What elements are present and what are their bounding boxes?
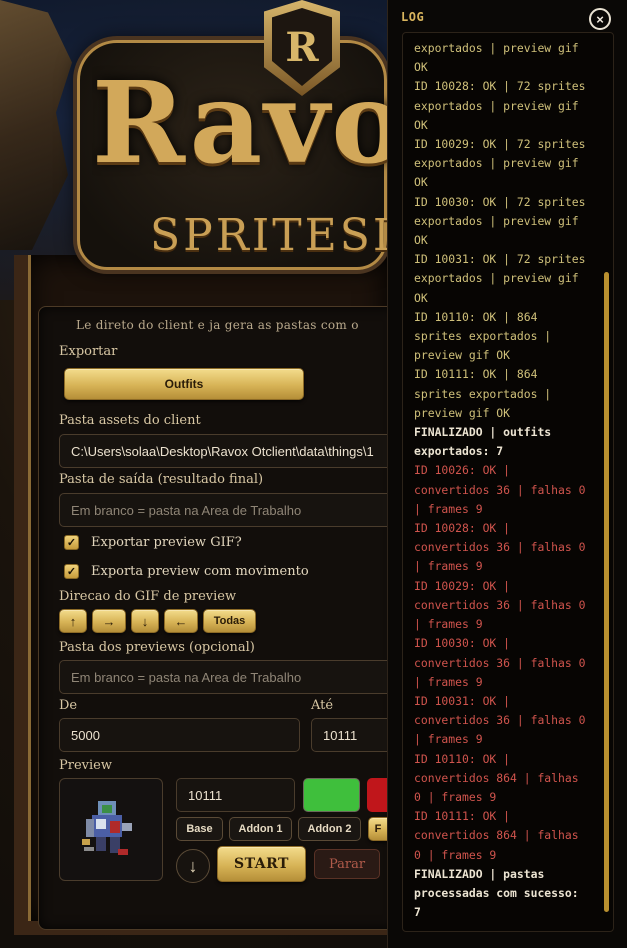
color-swatch-green[interactable] [303, 778, 360, 812]
motion-preview-checkbox-row[interactable]: ✓ Exporta preview com movimento [64, 564, 309, 579]
log-line: | frames 9 [414, 559, 483, 574]
log-line: ID 10031: OK | 72 sprites [414, 252, 586, 267]
log-line: sprites exportados | [414, 386, 552, 401]
download-down-button[interactable]: ↓ [176, 849, 210, 883]
log-line: ID 10110: OK | [414, 751, 511, 766]
logo-subtitle: SPRITESI [150, 210, 390, 260]
log-line: convertidos 864 | falhas [414, 770, 579, 785]
close-icon[interactable]: × [589, 8, 611, 30]
export-type-select[interactable]: Outfits [64, 368, 304, 400]
log-line: preview gif OK [414, 405, 511, 420]
log-line: convertidos 36 | falhas 0 [414, 713, 586, 728]
start-button[interactable]: START [217, 846, 306, 882]
log-line: ID 10029: OK | [414, 578, 511, 593]
addon-2-button[interactable]: Addon 2 [298, 817, 361, 841]
log-line: 0 | frames 9 [414, 789, 497, 804]
gif-direction-label: Direcao do GIF de preview [59, 589, 237, 604]
log-line: ID 10026: OK | [414, 463, 511, 478]
log-line: FINALIZADO | outfits [414, 425, 552, 440]
log-line: exportados | preview gif [414, 41, 579, 55]
direction-left-button[interactable]: ← [164, 609, 198, 633]
direction-all-button[interactable]: Todas [203, 609, 256, 633]
preview-folder-input[interactable]: Em branco = pasta na Area de Trabalho [59, 660, 399, 694]
log-line: OK [414, 175, 428, 190]
log-line: ID 10028: OK | [414, 521, 511, 536]
gif-preview-checkbox-label: Exportar preview GIF? [91, 535, 242, 550]
log-lines: exportados | preview gif OK ID 10028: OK |… [414, 39, 599, 922]
direction-down-button[interactable]: ↓ [131, 609, 159, 633]
log-line: exportados | preview gif [414, 271, 579, 286]
logo-title: Ravox [92, 58, 392, 188]
log-line: sprites exportados | [414, 329, 552, 344]
addon-base-button[interactable]: Base [176, 817, 223, 841]
export-label: Exportar [59, 344, 118, 359]
log-line: OK [414, 60, 428, 75]
direction-right-button[interactable]: → [92, 609, 126, 633]
addon-full-button[interactable]: F [368, 817, 388, 841]
log-line: ID 10030: OK | 72 sprites [414, 194, 586, 209]
log-line: ID 10111: OK | [414, 809, 511, 824]
motion-preview-checkbox-label: Exporta preview com movimento [91, 564, 309, 579]
preview-folder-label: Pasta dos previews (opcional) [59, 640, 255, 655]
log-line: convertidos 36 | falhas 0 [414, 597, 586, 612]
preview-id-input[interactable]: 10111 [176, 778, 295, 812]
log-line: preview gif OK [414, 348, 511, 363]
log-line: convertidos 864 | falhas [414, 828, 579, 843]
arrow-down-icon: ↓ [188, 855, 198, 876]
addon-1-button[interactable]: Addon 1 [229, 817, 292, 841]
gif-preview-checkbox[interactable]: ✓ [64, 535, 79, 550]
preview-image-box [59, 778, 163, 881]
log-output[interactable]: exportados | preview gif OK ID 10028: OK |… [402, 32, 614, 932]
log-line: | frames 9 [414, 732, 483, 747]
log-line: ID 10031: OK | [414, 693, 511, 708]
output-folder-input[interactable]: Em branco = pasta na Area de Trabalho [59, 493, 399, 527]
to-id-input[interactable]: 10111 [311, 718, 399, 752]
log-line: OK [414, 117, 428, 132]
assets-folder-label: Pasta assets do client [59, 413, 201, 428]
log-line: exportados | preview gif [414, 156, 579, 171]
color-swatch-red[interactable] [367, 778, 387, 812]
log-line: ID 10110: OK | 864 [414, 309, 538, 324]
log-line: | frames 9 [414, 617, 483, 632]
log-line: | frames 9 [414, 674, 483, 689]
log-line: ID 10029: OK | 72 sprites [414, 137, 586, 152]
preview-label: Preview [59, 758, 112, 773]
log-scrollbar-thumb[interactable] [604, 272, 609, 912]
from-label: De [59, 698, 78, 713]
log-line: exportados | preview gif [414, 213, 579, 228]
log-line: ID 10028: OK | 72 sprites [414, 79, 586, 94]
log-line: convertidos 36 | falhas 0 [414, 655, 586, 670]
log-line: | frames 9 [414, 501, 483, 516]
log-line: 7 [414, 905, 421, 920]
log-line: exportados | preview gif [414, 98, 579, 113]
to-label: Até [311, 698, 334, 713]
assets-folder-input[interactable]: C:\Users\solaa\Desktop\Ravox Otclient\da… [59, 434, 399, 468]
log-line: ID 10030: OK | [414, 636, 511, 651]
log-line: 0 | frames 9 [414, 847, 497, 862]
gif-preview-checkbox-row[interactable]: ✓ Exportar preview GIF? [64, 535, 242, 550]
outfit-sprite-image [82, 801, 132, 855]
log-line: processadas com sucesso: [414, 885, 579, 900]
log-line: ID 10111: OK | 864 [414, 367, 538, 382]
log-line: OK [414, 233, 428, 248]
output-folder-label: Pasta de saída (resultado final) [59, 472, 264, 487]
motion-preview-checkbox[interactable]: ✓ [64, 564, 79, 579]
log-line: FINALIZADO | pastas [414, 866, 545, 881]
log-title: LOG [401, 10, 425, 24]
stop-button[interactable]: Parar [314, 849, 380, 879]
log-line: convertidos 36 | falhas 0 [414, 482, 586, 497]
log-line: OK [414, 290, 428, 305]
log-line: convertidos 36 | falhas 0 [414, 540, 586, 555]
from-id-input[interactable]: 5000 [59, 718, 300, 752]
direction-up-button[interactable]: ↑ [59, 609, 87, 633]
panel-intro: Le direto do client e ja gera as pastas … [76, 318, 359, 332]
log-line: exportados: 7 [414, 444, 504, 459]
